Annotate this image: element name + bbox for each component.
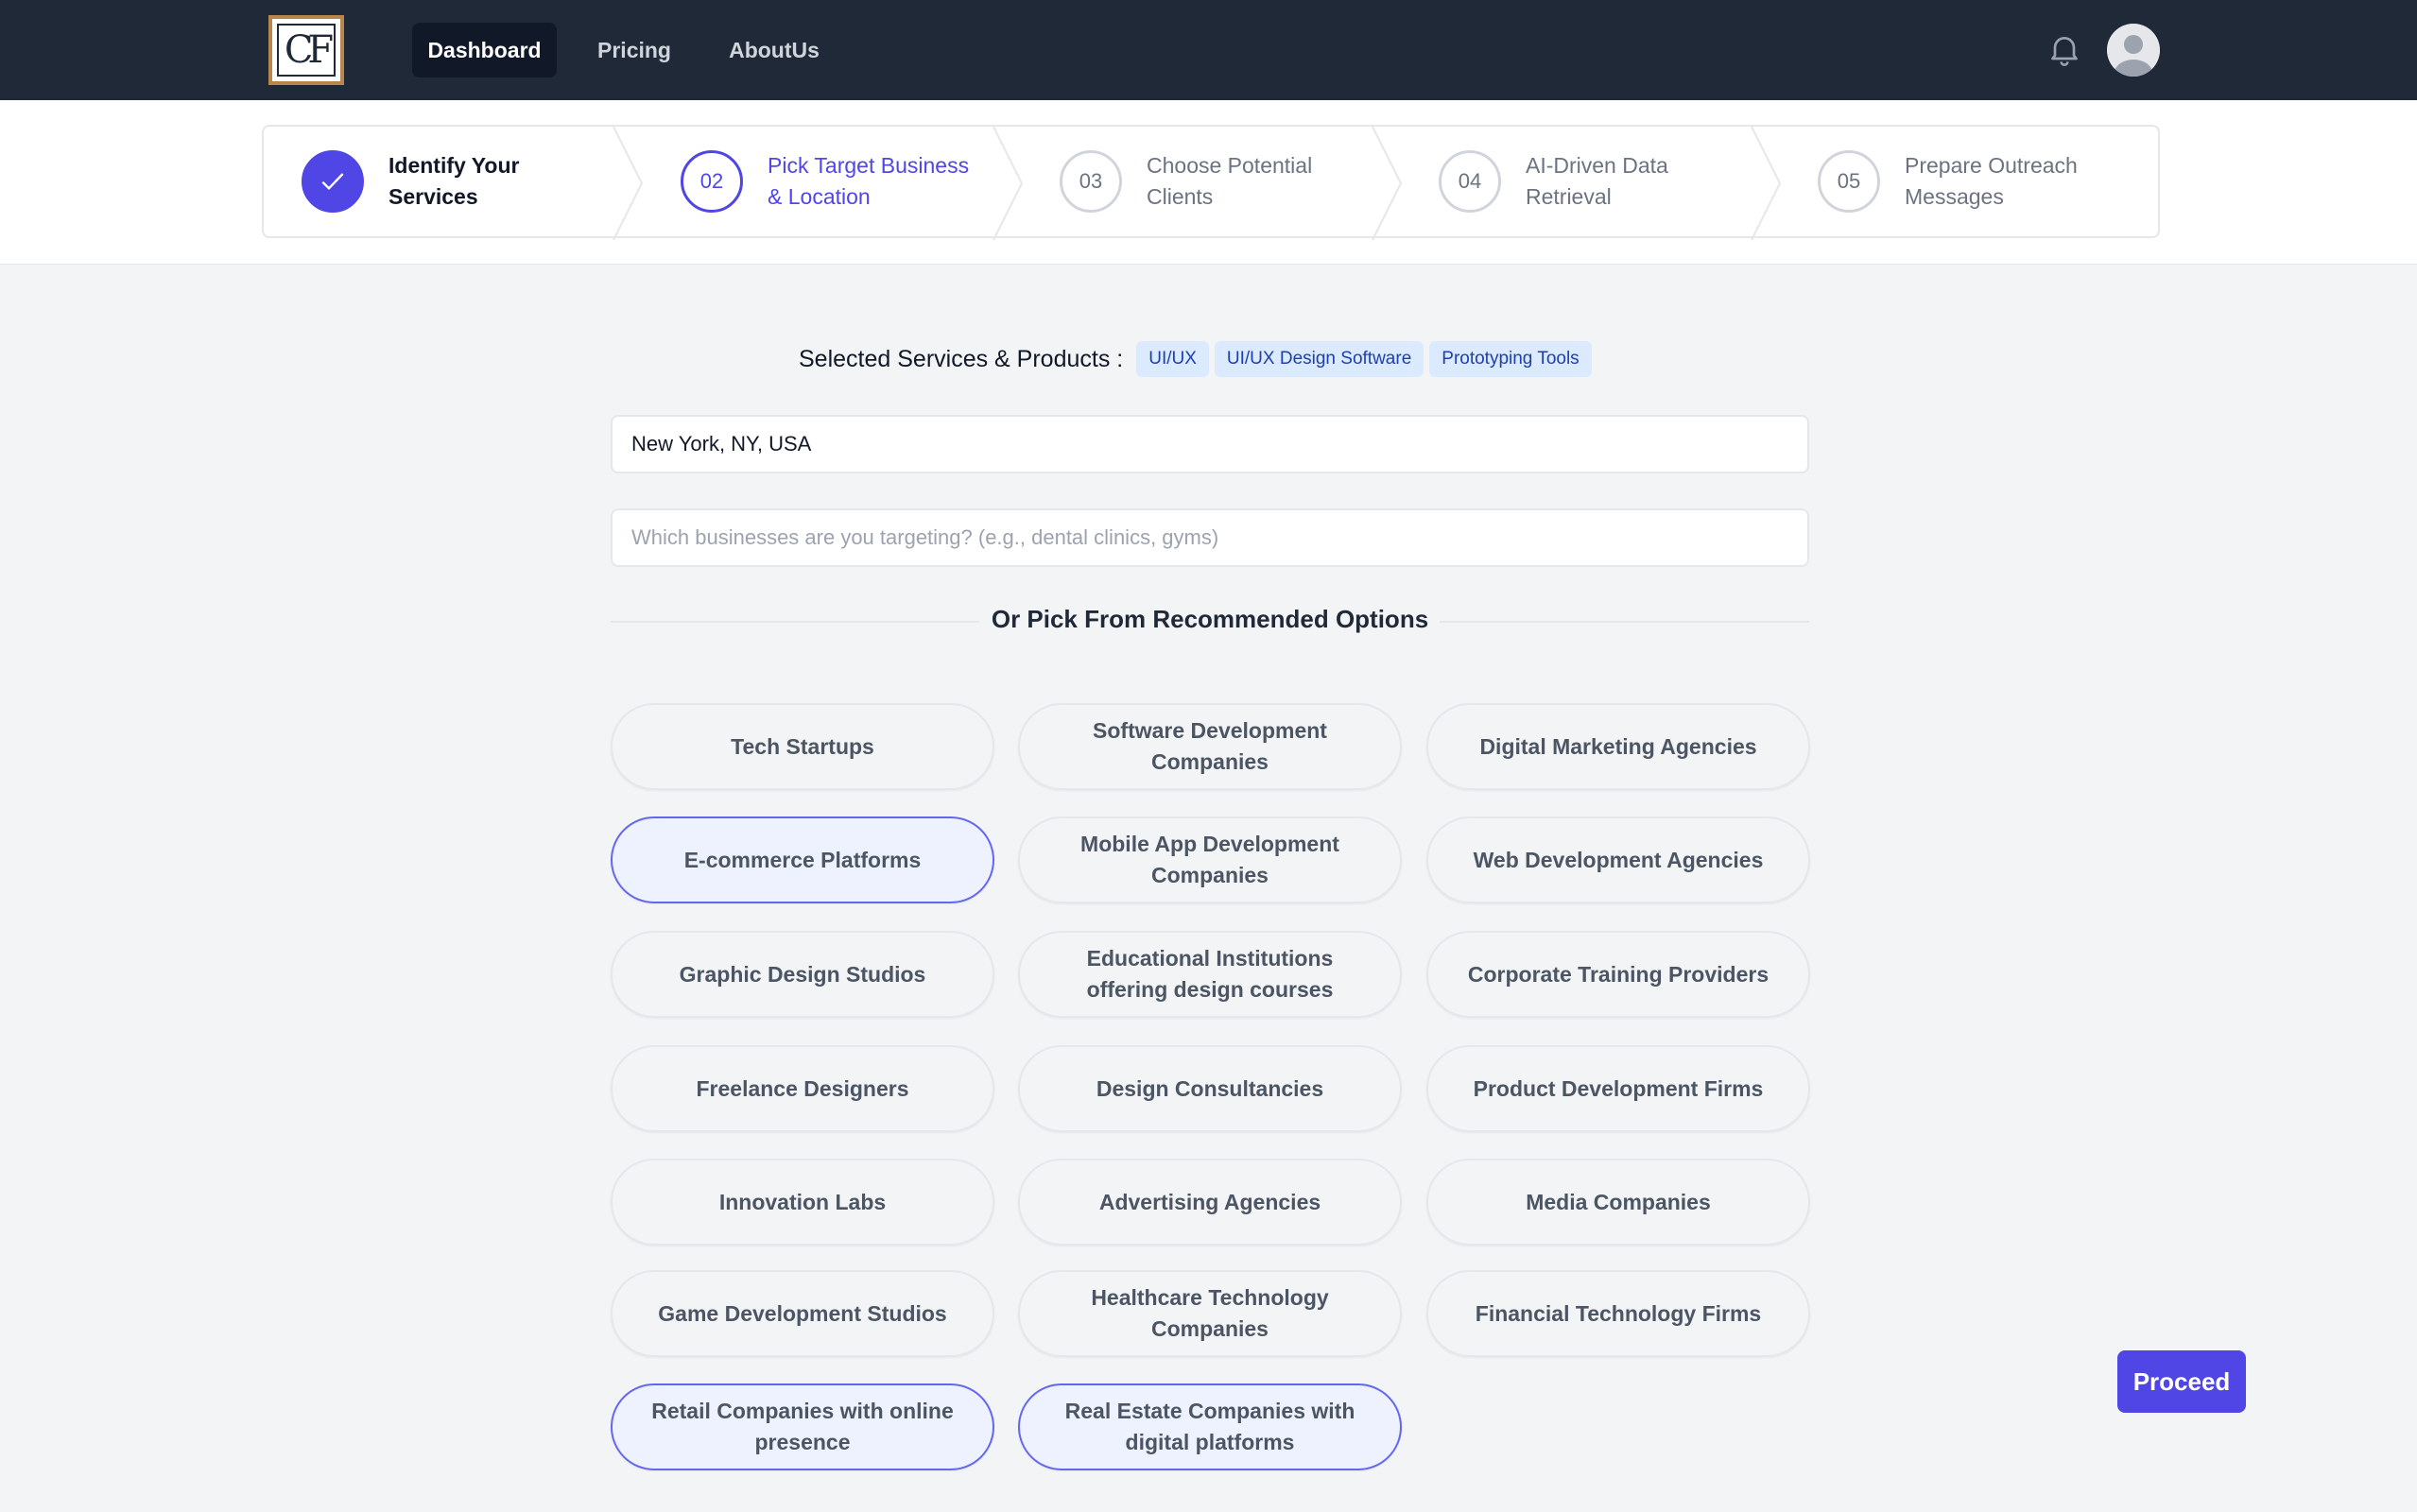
nav-link-aboutus[interactable]: AboutUs bbox=[713, 23, 836, 77]
option-educational-institutions[interactable]: Educational Institutions offering design… bbox=[1018, 931, 1402, 1018]
option-digital-marketing[interactable]: Digital Marketing Agencies bbox=[1426, 703, 1810, 790]
option-corporate-training[interactable]: Corporate Training Providers bbox=[1426, 931, 1810, 1018]
step-label: Choose Potential Clients bbox=[1147, 153, 1313, 209]
step-outreach-messages[interactable]: 05 Prepare Outreach Messages bbox=[1818, 127, 2122, 236]
proceed-button[interactable]: Proceed bbox=[2117, 1350, 2246, 1413]
option-web-development[interactable]: Web Development Agencies bbox=[1426, 816, 1810, 903]
option-tech-startups[interactable]: Tech Startups bbox=[611, 703, 994, 790]
option-ecommerce-platforms[interactable]: E-commerce Platforms bbox=[611, 816, 994, 903]
service-chip: Prototyping Tools bbox=[1429, 341, 1592, 377]
option-innovation-labs[interactable]: Innovation Labs bbox=[611, 1159, 994, 1246]
step-label: Pick Target Business & Location bbox=[768, 153, 970, 209]
option-healthcare-technology[interactable]: Healthcare Technology Companies bbox=[1018, 1270, 1402, 1357]
divider-left bbox=[611, 621, 979, 623]
selected-services-row: Selected Services & Products : UI/UX UI/… bbox=[799, 340, 1592, 378]
step-label: Identify Your Services bbox=[388, 153, 520, 209]
step-separator-icon bbox=[613, 127, 644, 240]
step-separator-icon bbox=[1372, 127, 1403, 240]
step-label: AI-Driven Data Retrieval bbox=[1526, 153, 1668, 209]
step-number: 04 bbox=[1439, 150, 1501, 213]
progress-stepper: Identify Your Services 02 Pick Target Bu… bbox=[262, 125, 2160, 240]
option-advertising-agencies[interactable]: Advertising Agencies bbox=[1018, 1159, 1402, 1246]
step-pick-target[interactable]: 02 Pick Target Business & Location bbox=[681, 127, 985, 236]
option-software-development[interactable]: Software Development Companies bbox=[1018, 703, 1402, 790]
bell-icon[interactable] bbox=[2046, 30, 2083, 68]
user-avatar-icon[interactable] bbox=[2107, 24, 2160, 77]
option-graphic-design[interactable]: Graphic Design Studios bbox=[611, 931, 994, 1018]
logo-mark: CF bbox=[277, 24, 336, 77]
step-number: 02 bbox=[681, 150, 743, 213]
option-game-development[interactable]: Game Development Studios bbox=[611, 1270, 994, 1357]
step-data-retrieval[interactable]: 04 AI-Driven Data Retrieval bbox=[1439, 127, 1743, 236]
recommended-heading: Or Pick From Recommended Options bbox=[991, 605, 1429, 633]
checkmark-icon bbox=[302, 150, 364, 213]
divider-right bbox=[1440, 621, 1809, 623]
business-search-input[interactable] bbox=[611, 508, 1809, 567]
option-real-estate-companies[interactable]: Real Estate Companies with digital platf… bbox=[1018, 1383, 1402, 1470]
option-mobile-app-development[interactable]: Mobile App Development Companies bbox=[1018, 816, 1402, 903]
option-financial-technology[interactable]: Financial Technology Firms bbox=[1426, 1270, 1810, 1357]
step-choose-clients[interactable]: 03 Choose Potential Clients bbox=[1060, 127, 1364, 236]
option-product-development[interactable]: Product Development Firms bbox=[1426, 1045, 1810, 1132]
location-input[interactable] bbox=[611, 415, 1809, 473]
nav-link-pricing[interactable]: Pricing bbox=[580, 23, 688, 77]
step-number: 05 bbox=[1818, 150, 1880, 213]
logo-text: CF bbox=[284, 28, 334, 72]
step-separator-icon bbox=[1751, 127, 1782, 240]
step-label: Prepare Outreach Messages bbox=[1905, 153, 2078, 209]
step-number: 03 bbox=[1060, 150, 1122, 213]
service-chip: UI/UX Design Software bbox=[1214, 341, 1424, 377]
option-design-consultancies[interactable]: Design Consultancies bbox=[1018, 1045, 1402, 1132]
option-retail-companies[interactable]: Retail Companies with online presence bbox=[611, 1383, 994, 1470]
option-freelance-designers[interactable]: Freelance Designers bbox=[611, 1045, 994, 1132]
step-separator-icon bbox=[993, 127, 1024, 240]
step-identify-services[interactable]: Identify Your Services bbox=[302, 127, 606, 236]
top-navbar: CF Dashboard Pricing AboutUs bbox=[0, 0, 2417, 100]
selected-services-label: Selected Services & Products : bbox=[799, 345, 1124, 372]
service-chip: UI/UX bbox=[1136, 341, 1209, 377]
option-media-companies[interactable]: Media Companies bbox=[1426, 1159, 1810, 1246]
logo[interactable]: CF bbox=[268, 15, 344, 85]
nav-link-dashboard[interactable]: Dashboard bbox=[412, 23, 557, 77]
